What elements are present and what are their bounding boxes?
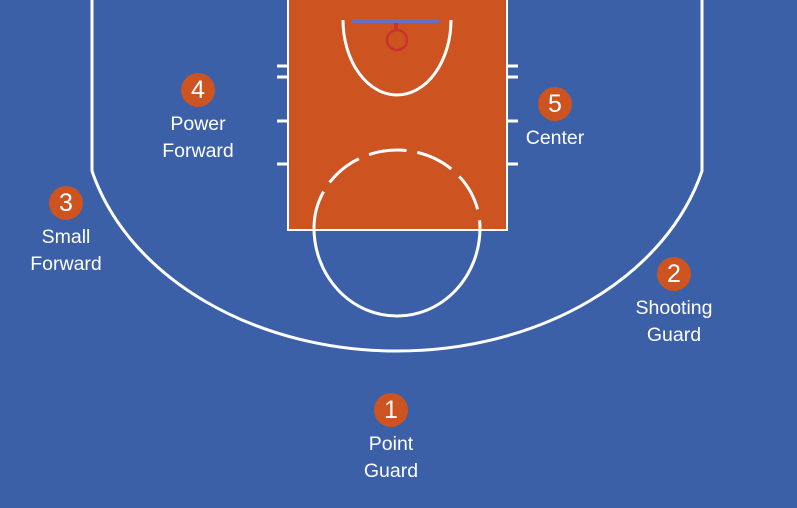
position-label-line-2: Forward [162, 140, 234, 162]
position-label-line-1: Small [41, 226, 91, 248]
position-number-badge: 2 [657, 257, 691, 291]
position-number-badge: 3 [49, 186, 83, 220]
position-label-line-2: Guard [646, 324, 702, 346]
position-point-guard: 1 Point Guard [351, 393, 431, 485]
position-label-line-1: Shooting [635, 297, 713, 319]
position-label: Point Guard [364, 431, 418, 485]
basketball-half-court: 1 Point Guard 2 Shooting Guard 3 Small F… [0, 0, 797, 508]
position-label-line-1: Center [525, 127, 585, 149]
position-label-line-2: Forward [30, 253, 102, 275]
position-label-line-2: Guard [363, 460, 419, 482]
position-center: 5 Center [510, 87, 600, 152]
position-number-badge: 1 [374, 393, 408, 427]
position-label: Center [526, 125, 585, 152]
position-label-line-1: Point [368, 433, 414, 455]
position-number-badge: 5 [538, 87, 572, 121]
position-number-badge: 4 [181, 73, 215, 107]
position-label: Shooting Guard [636, 295, 713, 349]
position-label: Small Forward [30, 224, 102, 278]
position-label-line-1: Power [170, 113, 226, 135]
position-power-forward: 4 Power Forward [153, 73, 243, 165]
position-label: Power Forward [162, 111, 234, 165]
position-shooting-guard: 2 Shooting Guard [614, 257, 734, 349]
position-small-forward: 3 Small Forward [16, 186, 116, 278]
